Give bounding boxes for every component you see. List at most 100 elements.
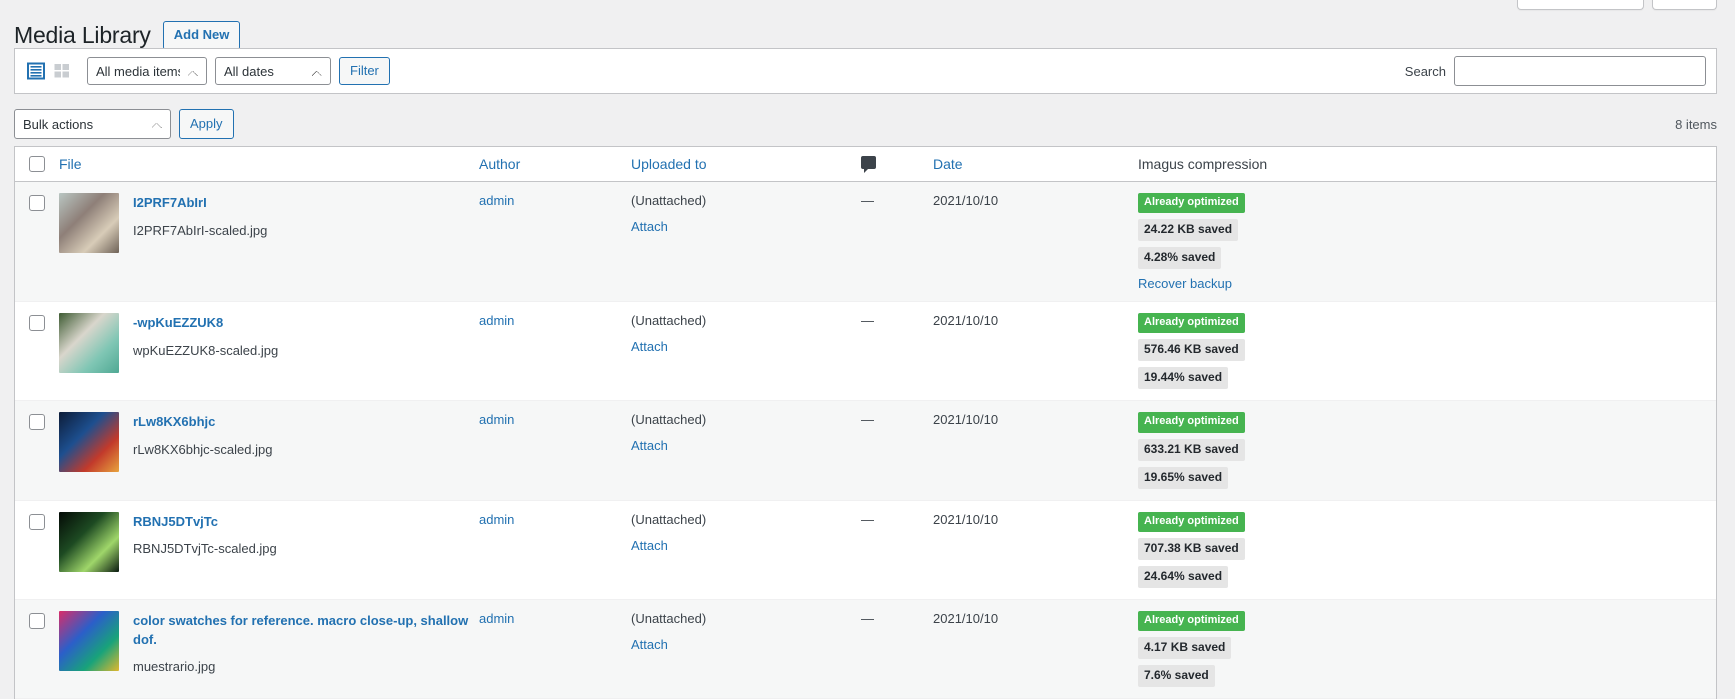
uploaded-to-value: (Unattached)	[631, 412, 707, 428]
percent-saved-badge: 7.6% saved	[1138, 664, 1215, 687]
file-name: rLw8KX6bhjc-scaled.jpg	[133, 442, 273, 458]
table-row: RBNJ5DTvjTc RBNJ5DTvjTc-scaled.jpg admin…	[15, 500, 1716, 600]
percent-saved-badge: 24.64% saved	[1138, 565, 1229, 588]
status-badge: Already optimized	[1138, 313, 1245, 334]
column-header-author[interactable]: Author	[479, 147, 631, 182]
column-header-uploaded-to[interactable]: Uploaded to	[631, 147, 861, 182]
imagus-compression-cell: Already optimized 4.17 KB saved 7.6% sav…	[1138, 599, 1716, 699]
thumbnail[interactable]	[59, 412, 119, 473]
date-cell: 2021/10/10	[933, 500, 1138, 600]
recover-backup-link[interactable]: Recover backup	[1138, 277, 1232, 290]
file-name: muestrario.jpg	[133, 659, 216, 675]
uploaded-to-value: (Unattached)	[631, 193, 707, 208]
kb-saved-badge: 576.46 KB saved	[1138, 339, 1245, 362]
date-cell: 2021/10/10	[933, 599, 1138, 699]
file-title-link[interactable]: rLw8KX6bhjc	[133, 413, 272, 432]
author-link[interactable]: admin	[479, 611, 514, 626]
file-name: RBNJ5DTvjTc-scaled.jpg	[133, 541, 277, 557]
column-header-date[interactable]: Date	[933, 147, 1138, 182]
uploaded-to-cell: (Unattached) Attach	[631, 500, 861, 600]
thumbnail[interactable]	[59, 313, 119, 374]
table-header-row: File Author Uploaded to Date Imagus comp…	[15, 147, 1716, 182]
grid-view-icon[interactable]	[51, 60, 73, 82]
comments-value: —	[861, 313, 874, 329]
attach-link[interactable]: Attach	[631, 219, 668, 234]
uploaded-to-value: (Unattached)	[631, 511, 707, 527]
file-title-link[interactable]: I2PRF7AbIrI	[133, 194, 267, 213]
help-toggle[interactable]: Help▼	[1652, 0, 1717, 10]
filter-toolbar: All media itemsImagesAudioVideoDocuments…	[14, 48, 1717, 94]
comments-value: —	[861, 193, 874, 208]
row-checkbox[interactable]	[29, 513, 45, 530]
column-header-file[interactable]: File	[59, 147, 479, 182]
table-head: File Author Uploaded to Date Imagus comp…	[15, 147, 1716, 182]
author-link[interactable]: admin	[479, 512, 514, 527]
kb-saved-badge: 4.17 KB saved	[1138, 636, 1232, 659]
file-cell: I2PRF7AbIrI I2PRF7AbIrI-scaled.jpg	[59, 181, 479, 303]
attach-link[interactable]: Attach	[631, 339, 668, 354]
comments-value: —	[861, 610, 874, 626]
uploaded-to-value: (Unattached)	[631, 610, 707, 626]
author-link[interactable]: admin	[479, 313, 514, 328]
date-value: 2021/10/10	[933, 610, 999, 626]
author-cell: admin	[479, 500, 631, 600]
file-title-link[interactable]: color swatches for reference. macro clos…	[133, 612, 469, 650]
attach-link[interactable]: Attach	[631, 538, 668, 553]
column-header-comments[interactable]	[861, 147, 933, 182]
add-new-button[interactable]: Add New	[162, 21, 241, 50]
row-checkbox[interactable]	[29, 612, 45, 629]
imagus-compression-cell: Already optimized 24.22 KB saved 4.28% s…	[1138, 181, 1716, 303]
list-view-icon[interactable]	[25, 60, 47, 82]
uploaded-to-cell: (Unattached) Attach	[631, 400, 861, 501]
file-title-link[interactable]: -wpKuEZZUK8	[133, 314, 278, 333]
date-value: 2021/10/10	[933, 511, 999, 527]
search-input[interactable]	[1454, 56, 1706, 86]
author-link[interactable]: admin	[479, 412, 514, 427]
screen-options-toggle[interactable]: Screen Options▼	[1516, 0, 1645, 10]
table-body: I2PRF7AbIrI I2PRF7AbIrI-scaled.jpg admin…	[15, 181, 1716, 699]
imagus-compression-cell: Already optimized 707.38 KB saved 24.64%…	[1138, 500, 1716, 600]
search-group: Search	[1405, 56, 1706, 86]
author-cell: admin	[479, 181, 631, 303]
date-filter[interactable]: All datesOctober 2021	[215, 57, 331, 85]
file-cell: rLw8KX6bhjc rLw8KX6bhjc-scaled.jpg	[59, 400, 479, 501]
table-row: I2PRF7AbIrI I2PRF7AbIrI-scaled.jpg admin…	[15, 181, 1716, 303]
apply-button[interactable]: Apply	[179, 109, 234, 139]
thumbnail[interactable]	[59, 193, 119, 253]
imagus-compression-cell: Already optimized 576.46 KB saved 19.44%…	[1138, 301, 1716, 402]
thumbnail[interactable]	[59, 511, 119, 572]
table-row: -wpKuEZZUK8 wpKuEZZUK8-scaled.jpg admin …	[15, 301, 1716, 402]
date-cell: 2021/10/10	[933, 181, 1138, 303]
author-link[interactable]: admin	[479, 193, 514, 208]
percent-saved-badge: 19.44% saved	[1138, 367, 1229, 390]
attach-link[interactable]: Attach	[631, 637, 668, 652]
comments-value: —	[861, 511, 874, 527]
author-cell: admin	[479, 301, 631, 402]
thumbnail[interactable]	[59, 610, 119, 671]
row-select-cell	[15, 181, 59, 303]
date-cell: 2021/10/10	[933, 400, 1138, 501]
filter-button[interactable]: Filter	[339, 57, 390, 85]
bulk-actions-row: Bulk actionsDelete permanently Apply 8 i…	[14, 108, 1717, 140]
comments-cell: —	[861, 181, 933, 303]
table-row: rLw8KX6bhjc rLw8KX6bhjc-scaled.jpg admin…	[15, 400, 1716, 501]
row-select-cell	[15, 400, 59, 501]
search-label: Search	[1404, 63, 1446, 79]
uploaded-to-cell: (Unattached) Attach	[631, 599, 861, 699]
table-row: color swatches for reference. macro clos…	[15, 599, 1716, 699]
bulk-actions-select[interactable]: Bulk actionsDelete permanently	[14, 109, 171, 139]
row-checkbox[interactable]	[29, 315, 45, 332]
kb-saved-badge: 24.22 KB saved	[1138, 219, 1239, 242]
row-checkbox[interactable]	[29, 195, 45, 211]
select-all-checkbox[interactable]	[29, 156, 45, 172]
file-title-link[interactable]: RBNJ5DTvjTc	[133, 513, 277, 532]
item-count: 8 items	[1675, 116, 1717, 132]
view-mode-switch	[25, 60, 73, 82]
author-cell: admin	[479, 599, 631, 699]
row-checkbox[interactable]	[29, 414, 45, 431]
author-cell: admin	[479, 400, 631, 501]
media-items-filter[interactable]: All media itemsImagesAudioVideoDocuments…	[87, 57, 207, 85]
status-badge: Already optimized	[1138, 412, 1245, 433]
date-value: 2021/10/10	[933, 313, 999, 329]
attach-link[interactable]: Attach	[631, 438, 668, 453]
